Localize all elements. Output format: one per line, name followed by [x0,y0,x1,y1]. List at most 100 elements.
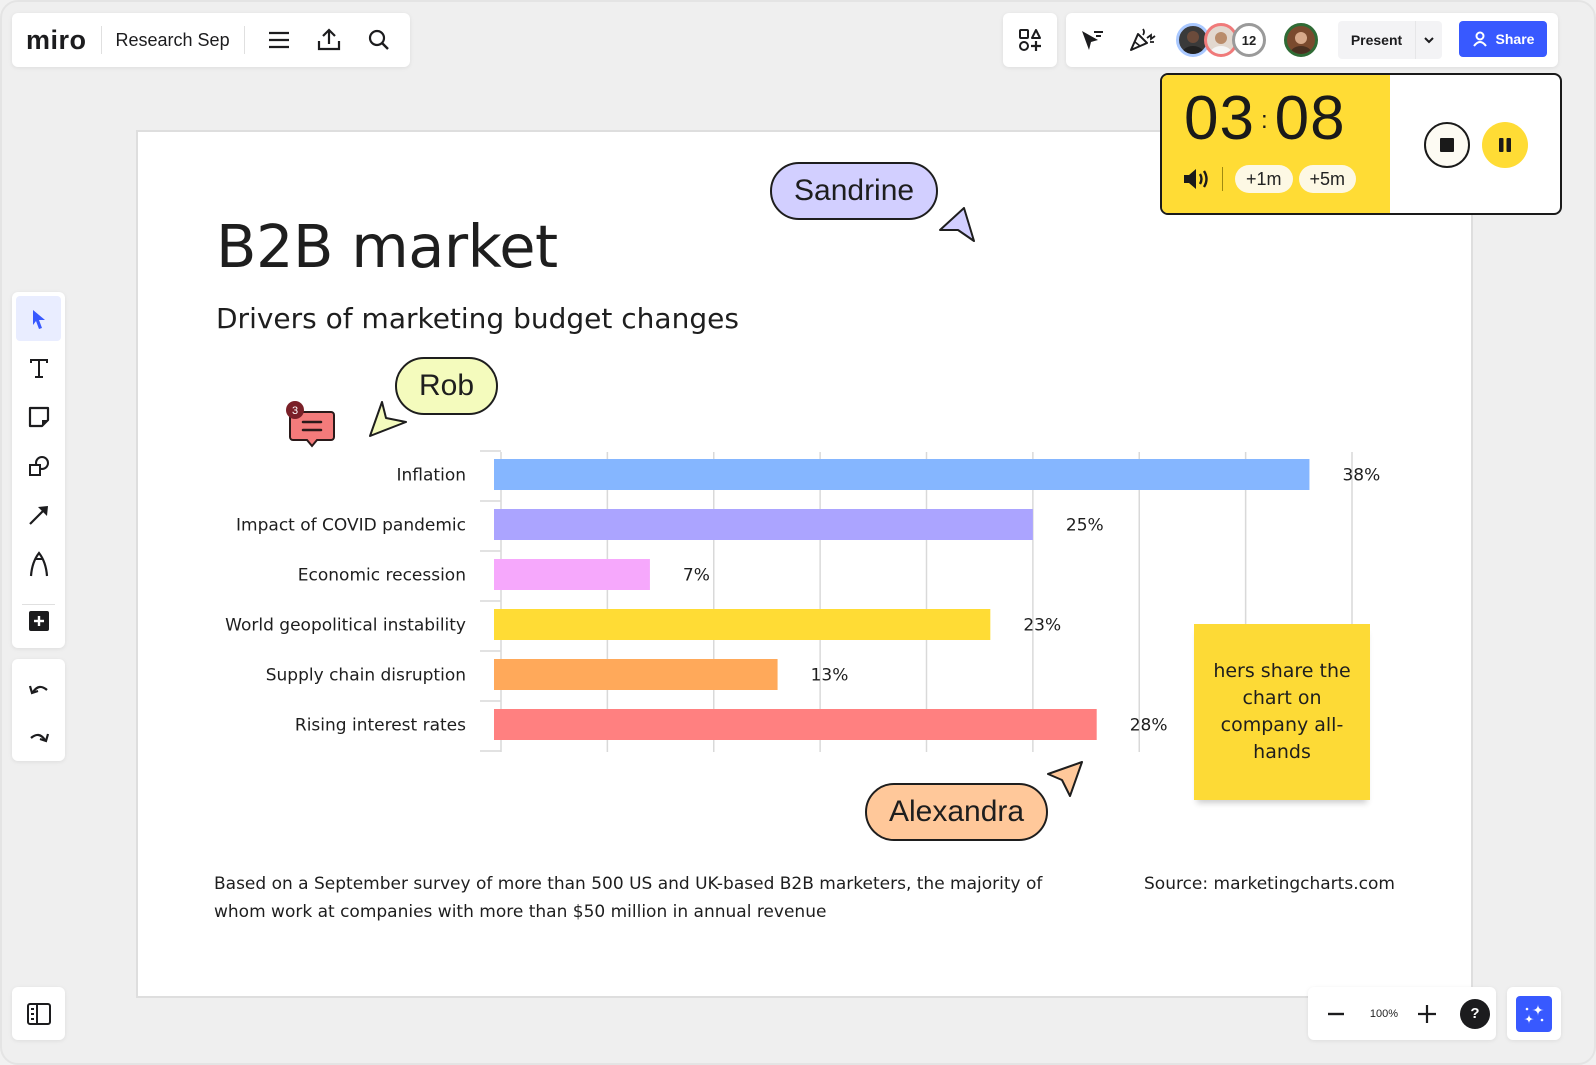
bar [494,459,1310,490]
board-frame[interactable]: B2B market Drivers of marketing budget c… [136,130,1473,998]
undo-icon [28,685,48,694]
person-photo-icon [1290,32,1312,54]
present-button[interactable]: Present [1338,21,1416,59]
cursor-name: Alexandra [889,795,1025,828]
pen-icon [29,550,48,576]
sticky-note[interactable]: hers share the chart on company all-hand… [1194,624,1370,800]
shapes-tool[interactable] [16,443,61,488]
ai-assistant-panel [1507,987,1561,1040]
apps-button[interactable] [1003,13,1057,67]
present-button-group: Present [1338,21,1442,59]
celebrate-button[interactable] [1122,20,1162,60]
data-label: 38% [1342,466,1380,486]
bar [494,559,650,590]
text-icon [29,358,48,378]
add-one-minute-button[interactable]: +1m [1235,165,1293,193]
data-label: 25% [1066,516,1104,536]
collaboration-toolbar: 12 Present Share [1066,13,1558,67]
zoom-controls: 100% ? [1308,987,1496,1040]
export-button[interactable] [309,20,349,60]
category-label: Impact of COVID pandemic [236,516,466,536]
timer-seconds: 08 [1274,84,1346,153]
miro-logo[interactable]: miro [26,25,87,56]
timer-widget: 03 : 08 +1m +5m [1160,73,1562,215]
arrow-icon [28,505,48,525]
category-label: Inflation [397,466,466,486]
cursor-arrow-alexandra [1047,761,1083,797]
cursor-label-sandrine: Sandrine [770,162,939,220]
data-label: 7% [683,566,710,586]
category-label: Economic recession [298,566,466,586]
cursor-arrow-rob [369,401,407,437]
cursor-label-alexandra: Alexandra [865,783,1049,841]
cursor-name: Sandrine [794,174,915,207]
search-icon [368,29,389,50]
stop-timer-button[interactable] [1424,122,1470,168]
undo-button[interactable] [16,665,61,710]
board-name[interactable]: Research Sep [116,30,230,51]
comment-pin[interactable]: 3 [285,400,337,456]
export-icon [317,28,340,51]
data-label: 23% [1023,616,1061,636]
text-tool[interactable] [16,345,61,390]
pause-icon [1499,138,1511,152]
divider [243,26,245,54]
category-label: World geopolitical instability [225,616,466,636]
more-tools-button[interactable] [16,598,61,643]
sticky-note-icon [28,406,49,427]
pen-tool[interactable] [16,541,61,586]
volume-icon[interactable] [1182,167,1212,191]
timer-digits: 03 : 08 [1184,83,1346,154]
cursor-icon [1082,31,1103,50]
sidebar-toggle-button[interactable] [12,987,65,1040]
help-button[interactable]: ? [1460,998,1490,1029]
avatar-self[interactable] [1284,23,1318,57]
menu-icon [268,31,289,49]
select-tool[interactable] [16,296,61,341]
board-header: miro Research Sep [12,13,410,67]
person-photo-icon [1210,32,1232,54]
source-text: Source: marketingcharts.com [1144,874,1395,894]
sidebar-icon [26,1002,51,1025]
sticky-note-text: hers share the chart on company all-hand… [1213,660,1351,763]
zoom-in-button[interactable] [1412,1004,1442,1024]
comment-count: 3 [292,405,298,417]
bar [494,509,1033,540]
comment-icon: 3 [286,401,335,448]
timer-controls: +1m +5m [1182,165,1362,193]
more-collaborators-count[interactable]: 12 [1232,23,1266,57]
redo-button[interactable] [16,713,61,758]
menu-button[interactable] [259,20,299,60]
data-label: 13% [811,666,849,686]
pause-timer-button[interactable] [1482,122,1528,168]
cursor-arrow-sandrine [939,207,975,242]
present-options-button[interactable] [1416,21,1442,59]
creation-toolbar [12,292,65,648]
zoom-out-button[interactable] [1316,1012,1356,1016]
add-five-minutes-button[interactable]: +5m [1298,165,1357,193]
connector-tool[interactable] [16,492,61,537]
share-label: Share [1495,31,1535,47]
category-label: Supply chain disruption [266,666,466,686]
timer-display-area: 03 : 08 +1m +5m [1162,75,1390,213]
collaborator-count: 12 [1241,32,1257,48]
ai-assistant-button[interactable] [1516,995,1552,1032]
cursor-name: Rob [419,369,475,402]
zoom-level[interactable]: 100% [1356,1008,1412,1020]
cursor-visibility-button[interactable] [1072,20,1112,60]
plus-icon [1418,1004,1436,1023]
bar [494,709,1097,740]
chevron-down-icon [1424,37,1434,44]
stop-icon [1440,138,1454,152]
search-button[interactable] [359,20,399,60]
user-icon [1472,31,1487,47]
share-button[interactable]: Share [1459,21,1547,57]
redo-icon [29,733,49,742]
help-icon: ? [1470,1005,1480,1022]
shapes-icon [28,455,49,476]
shapes-apps-icon [1019,29,1041,51]
plus-square-icon [28,610,49,631]
sticky-note-tool[interactable] [16,394,61,439]
timer-minutes: 03 [1184,84,1255,153]
divider [100,26,102,54]
